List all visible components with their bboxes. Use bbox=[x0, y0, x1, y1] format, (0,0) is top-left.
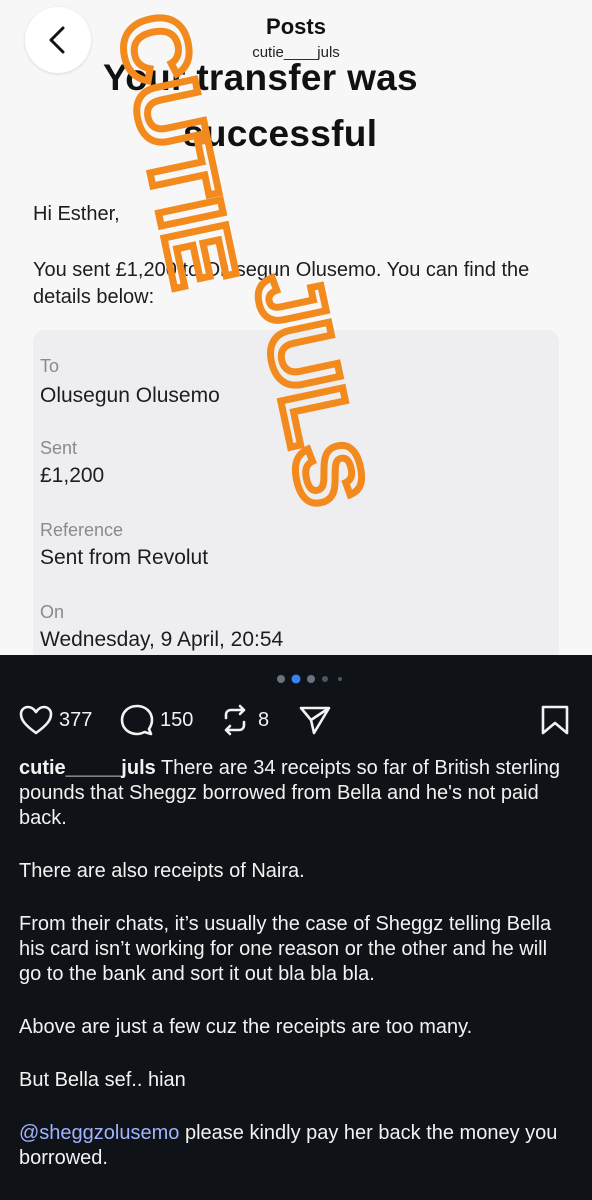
field-label-reference: Reference bbox=[40, 520, 124, 540]
caption-first-paragraph: cutie_____juls There are 34 receipts so … bbox=[19, 756, 574, 831]
carousel-dot bbox=[307, 675, 315, 683]
carousel-dot bbox=[338, 677, 342, 681]
heart-icon bbox=[19, 705, 53, 735]
mention-link[interactable]: @sheggzolusemo bbox=[19, 1122, 179, 1144]
carousel-dot bbox=[322, 676, 328, 682]
transfer-details-card: To Olusegun Olusemo Sent £1,200 Referenc… bbox=[33, 330, 559, 655]
share-button[interactable] bbox=[298, 700, 332, 740]
caption-paragraph: But Bella sef.. hian bbox=[19, 1069, 186, 1091]
caption-paragraph: There are also receipts of Naira. bbox=[19, 860, 305, 882]
like-button[interactable]: 377 bbox=[19, 700, 92, 740]
field-label-to: To bbox=[40, 356, 60, 376]
action-bar: 377 150 8 bbox=[0, 700, 592, 740]
top-bar: Posts cutie____juls bbox=[0, 0, 592, 73]
caption-last-paragraph: @sheggzolusemo please kindly pay her bac… bbox=[19, 1121, 574, 1171]
like-count: 377 bbox=[59, 708, 93, 731]
page-title: Posts bbox=[266, 14, 326, 39]
post-image[interactable]: Your transfer was successful Hi Esther, … bbox=[0, 0, 592, 655]
field-label-on: On bbox=[40, 602, 65, 622]
caption-paragraph: Above are just a few cuz the receipts ar… bbox=[19, 1016, 473, 1038]
page-subtitle: cutie____juls bbox=[252, 44, 340, 61]
field-label-sent: Sent bbox=[40, 438, 78, 458]
document-body: You sent £1,200 to Olusegun Olusemo. You… bbox=[33, 259, 530, 308]
post-caption: cutie_____juls There are 34 receipts so … bbox=[19, 756, 574, 1199]
caption-username[interactable]: cutie_____juls bbox=[19, 757, 156, 779]
carousel-indicator bbox=[277, 674, 342, 684]
comment-icon bbox=[120, 704, 154, 736]
comment-button[interactable]: 150 bbox=[120, 700, 193, 740]
send-icon bbox=[299, 706, 331, 735]
comment-count: 150 bbox=[160, 708, 194, 731]
bookmark-icon bbox=[541, 705, 569, 735]
field-value-on: Wednesday, 9 April, 20:54 bbox=[40, 628, 284, 651]
document-title-line2: successful bbox=[183, 113, 378, 154]
field-value-to: Olusegun Olusemo bbox=[40, 384, 220, 407]
carousel-dot bbox=[277, 675, 285, 683]
repost-icon bbox=[224, 704, 246, 736]
field-value-reference: Sent from Revolut bbox=[40, 546, 209, 569]
repost-count: 8 bbox=[258, 708, 270, 731]
carousel-dot-active bbox=[291, 674, 301, 684]
field-value-sent: £1,200 bbox=[40, 464, 105, 487]
document-greeting: Hi Esther, bbox=[33, 203, 120, 225]
caption-paragraph: From their chats, it’s usually the case … bbox=[19, 913, 552, 985]
save-button[interactable] bbox=[540, 700, 570, 740]
repost-button[interactable]: 8 bbox=[218, 700, 269, 740]
